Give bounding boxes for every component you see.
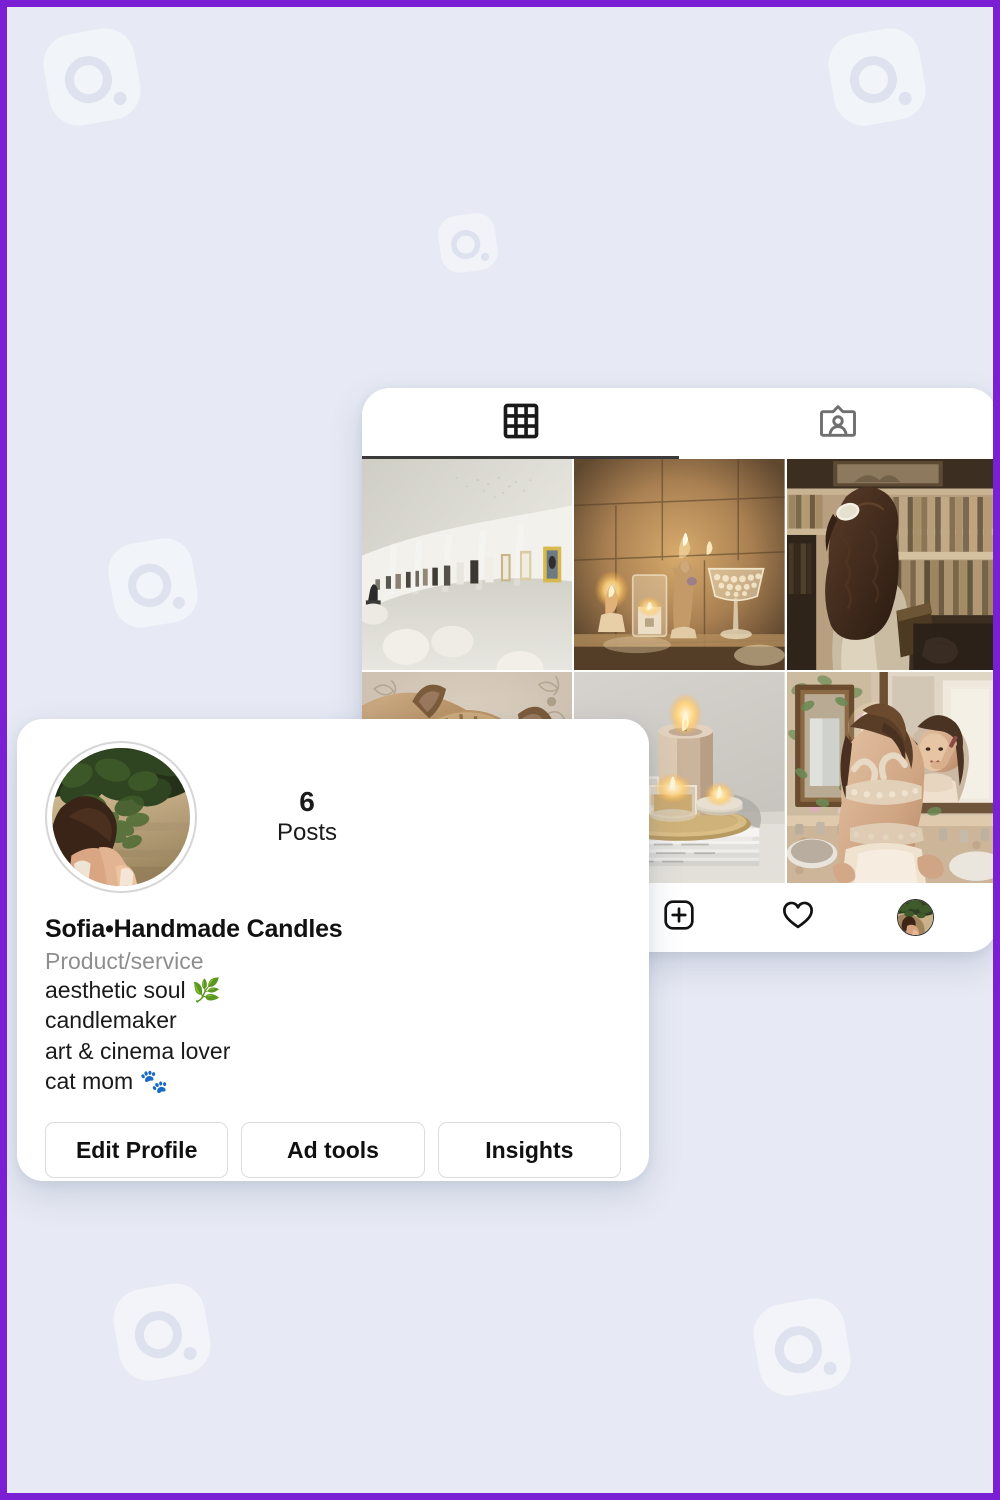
edit-profile-button[interactable]: Edit Profile: [45, 1122, 229, 1179]
insights-button[interactable]: Insights: [437, 1122, 621, 1179]
instagram-watermark-icon: [104, 1274, 220, 1390]
profile-tabbar: [362, 388, 993, 459]
instagram-watermark-icon: [34, 19, 150, 135]
instagram-watermark-icon: [744, 1289, 860, 1405]
instagram-watermark-icon: [100, 530, 207, 637]
profile-bio-line: candlemaker: [45, 1007, 177, 1034]
posts-stat: 6 Posts: [277, 786, 337, 848]
profile-info-card: 6 Posts Sofia•Handmade Candles Product/s…: [17, 719, 649, 1181]
post-thumbnail-3[interactable]: [786, 459, 993, 670]
heart-icon: [781, 898, 815, 937]
post-thumbnail-6[interactable]: [786, 672, 993, 883]
page-canvas: 6 Posts Sofia•Handmade Candles Product/s…: [7, 7, 993, 1493]
tagged-person-card-icon: [818, 401, 858, 446]
profile-bio-line: aesthetic soul 🌿: [45, 977, 221, 1003]
profile-category: Product/service: [45, 948, 204, 974]
profile-bio: aesthetic soul 🌿 candlemaker art & cinema …: [45, 975, 621, 1096]
profile-display-name: Sofia•Handmade Candles: [45, 915, 343, 943]
tab-grid[interactable]: [362, 388, 680, 459]
profile-bio-line: art & cinema lover: [45, 1037, 231, 1064]
create-post-icon: [662, 898, 696, 937]
nav-profile[interactable]: [888, 890, 944, 946]
instagram-watermark-icon: [433, 208, 503, 278]
avatar: [52, 748, 190, 886]
nav-activity[interactable]: [770, 890, 826, 946]
grid-icon: [502, 402, 540, 445]
profile-action-buttons: Edit Profile Ad tools Insights: [45, 1122, 621, 1179]
nav-create[interactable]: [651, 890, 707, 946]
profile-header: 6 Posts: [45, 741, 621, 893]
profile-bio-line: cat mom 🐾: [45, 1068, 169, 1095]
profile-avatar-icon: [897, 899, 935, 936]
ad-tools-button[interactable]: Ad tools: [241, 1122, 425, 1179]
tab-tagged[interactable]: [680, 388, 994, 459]
post-thumbnail-2[interactable]: [574, 459, 785, 670]
post-thumbnail-1[interactable]: [362, 459, 573, 670]
posts-count: 6: [299, 785, 315, 817]
profile-avatar-ring[interactable]: [45, 741, 197, 893]
posts-label: Posts: [277, 819, 338, 847]
instagram-watermark-icon: [819, 19, 935, 135]
